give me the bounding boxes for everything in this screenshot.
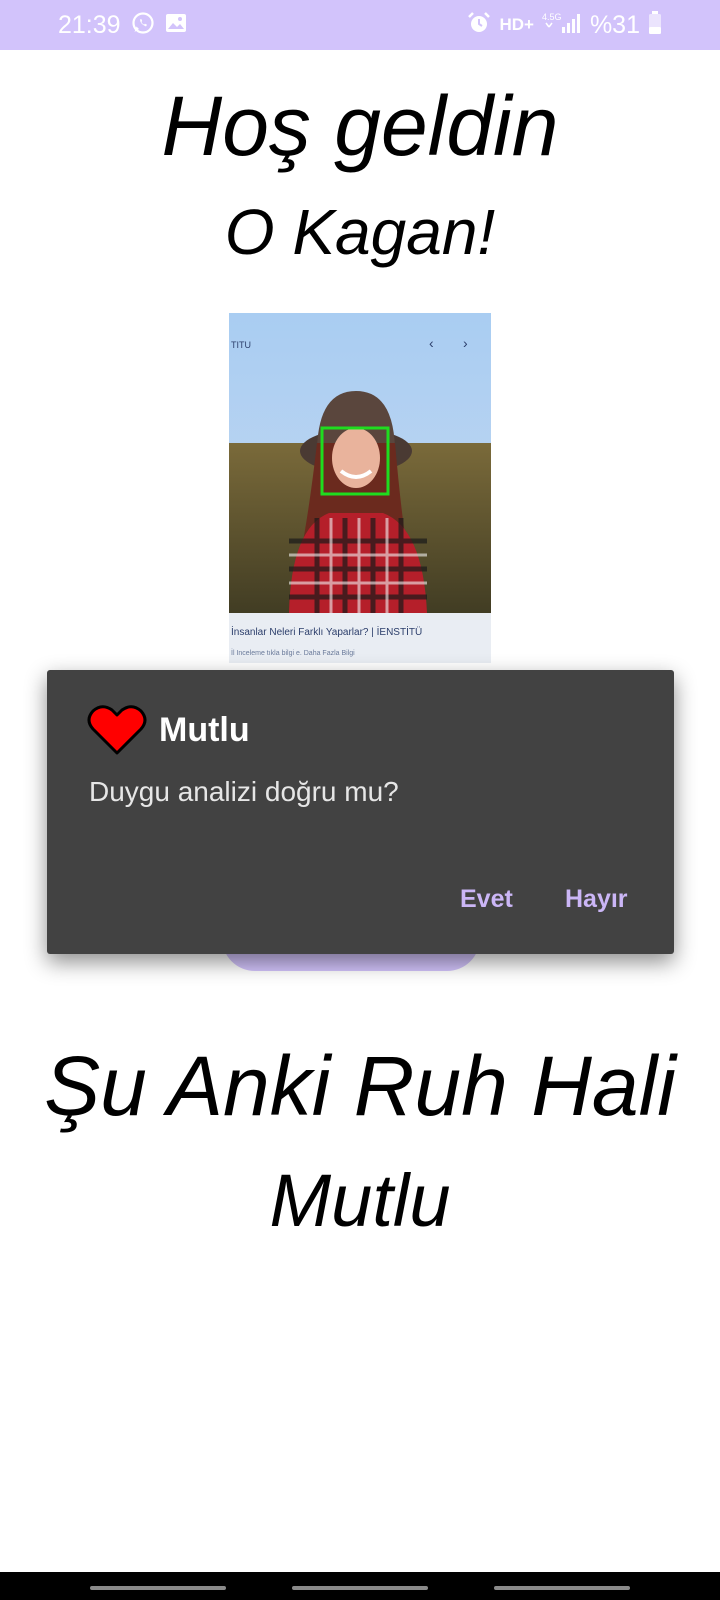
nav-recents[interactable]	[90, 1586, 226, 1590]
nav-home[interactable]	[292, 1586, 428, 1590]
dialog-message: Duygu analizi doğru mu?	[89, 776, 399, 807]
navigation-bar	[0, 1572, 720, 1600]
dialog-title: Mutlu	[159, 711, 250, 749]
heart-icon	[87, 704, 147, 756]
no-button[interactable]: Hayır	[565, 882, 628, 916]
confirmation-dialog: Mutlu Duygu analizi doğru mu? Evet Hayır	[47, 670, 674, 954]
nav-back[interactable]	[494, 1586, 630, 1590]
yes-button[interactable]: Evet	[460, 882, 513, 916]
